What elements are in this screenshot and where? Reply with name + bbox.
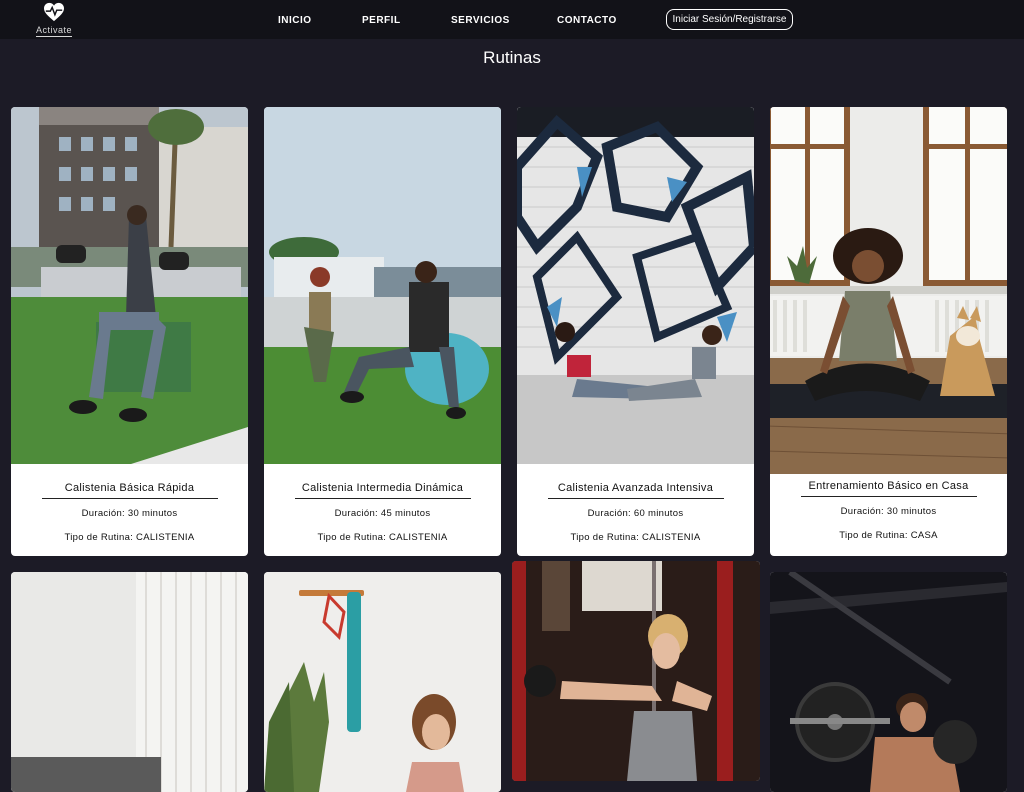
routine-duration: Duración: 60 minutos	[587, 508, 684, 519]
routine-duration: Duración: 45 minutos	[334, 508, 431, 519]
routine-image-couple-exercise-ball	[264, 107, 501, 464]
nav-link-perfil[interactable]: PERFIL	[362, 15, 401, 26]
routine-title: Calistenia Básica Rápida	[41, 482, 218, 499]
page-title: Rutinas	[483, 48, 541, 67]
routine-duration: Duración: 30 minutos	[840, 506, 937, 517]
login-register-button[interactable]: Iniciar Sesión/Registrarse	[666, 9, 793, 30]
routine-card-body: Calistenia Básica Rápida Duración: 30 mi…	[11, 464, 248, 543]
routine-type: Tipo de Rutina: CALISTENIA	[570, 532, 701, 543]
navbar: Activate INICIO PERFIL SERVICIOS CONTACT…	[0, 0, 1024, 39]
routine-image-woman-kettlebell	[512, 561, 760, 781]
routine-image-woman-meditating-dog	[770, 107, 1007, 474]
routine-card[interactable]	[11, 572, 248, 792]
routine-image-woman-resistance-band	[264, 572, 501, 792]
nav-link-servicios[interactable]: SERVICIOS	[451, 15, 510, 26]
heart-pulse-icon	[44, 2, 64, 22]
nav-link-inicio[interactable]: INICIO	[278, 15, 312, 26]
routine-card[interactable]: Entrenamiento Básico en Casa Duración: 3…	[770, 107, 1007, 556]
routine-card[interactable]: Calistenia Básica Rápida Duración: 30 mi…	[11, 107, 248, 556]
routine-card[interactable]	[512, 561, 760, 781]
nav-link-contacto[interactable]: CONTACTO	[557, 15, 617, 26]
routine-type: Tipo de Rutina: CALISTENIA	[317, 532, 448, 543]
brand-logo[interactable]: Activate	[34, 2, 74, 38]
routine-card[interactable]: Calistenia Avanzada Intensiva Duración: …	[517, 107, 754, 556]
routine-image-couple-situps-graffiti	[517, 107, 754, 464]
routine-card[interactable]	[264, 572, 501, 792]
routine-title: Calistenia Intermedia Dinámica	[294, 482, 471, 499]
routine-card-body: Calistenia Avanzada Intensiva Duración: …	[517, 464, 754, 543]
routine-image-man-dumbbells	[11, 107, 248, 464]
routine-image-man-barbell	[770, 572, 1007, 792]
routine-duration: Duración: 30 minutos	[81, 508, 178, 519]
routine-title: Entrenamiento Básico en Casa	[800, 480, 977, 497]
routine-card[interactable]: Calistenia Intermedia Dinámica Duración:…	[264, 107, 501, 556]
routine-card-body: Entrenamiento Básico en Casa Duración: 3…	[770, 464, 1007, 541]
routine-type: Tipo de Rutina: CASA	[839, 530, 938, 541]
brand-name: Activate	[35, 25, 72, 37]
routine-type: Tipo de Rutina: CALISTENIA	[64, 532, 195, 543]
routine-title: Calistenia Avanzada Intensiva	[547, 482, 724, 499]
routine-card-body: Calistenia Intermedia Dinámica Duración:…	[264, 464, 501, 543]
routine-card[interactable]	[770, 572, 1007, 792]
routine-image-white-room	[11, 572, 248, 792]
